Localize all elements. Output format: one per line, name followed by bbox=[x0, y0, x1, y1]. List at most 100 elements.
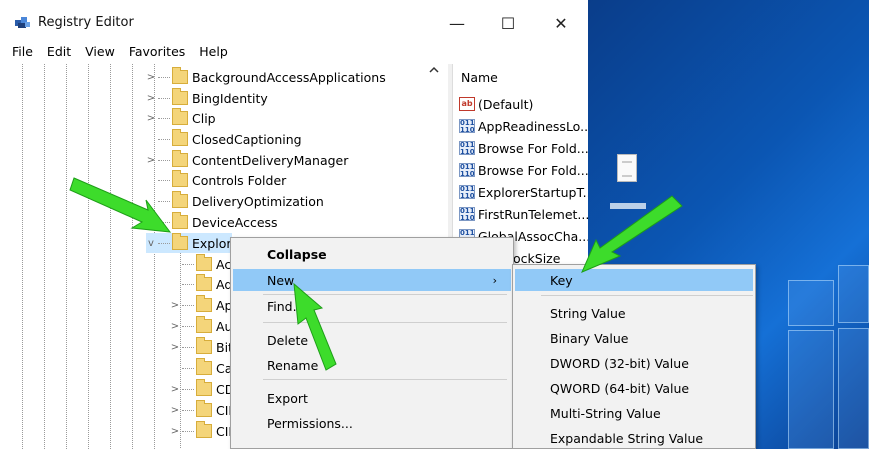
scroll-up-button[interactable] bbox=[426, 66, 442, 82]
tree-item-bingidentity[interactable]: > BingIdentity bbox=[146, 88, 268, 108]
tree-guide-line bbox=[22, 64, 23, 449]
folder-icon bbox=[172, 191, 188, 208]
tree-item-deviceaccess[interactable]: DeviceAccess bbox=[146, 212, 278, 232]
tree-item-clip[interactable]: > Clip bbox=[146, 108, 216, 128]
expand-chevron-icon[interactable]: > bbox=[146, 155, 156, 166]
context-menu-rename[interactable]: Rename bbox=[233, 354, 511, 376]
context-menu-export[interactable]: Export bbox=[233, 387, 511, 409]
maximize-button[interactable]: ☐ bbox=[485, 8, 531, 38]
string-value-icon: ab bbox=[459, 97, 475, 111]
tree-item-deliveryoptimization[interactable]: DeliveryOptimization bbox=[146, 191, 324, 211]
context-menu-delete[interactable]: Delete bbox=[233, 329, 511, 351]
tree-child-item[interactable]: Ca bbox=[170, 358, 232, 378]
tree-item-label: Clip bbox=[192, 110, 216, 126]
menu-view[interactable]: View bbox=[78, 42, 122, 64]
menu-separator bbox=[541, 295, 753, 296]
submenu-string-value[interactable]: String Value bbox=[515, 302, 753, 324]
tree-item-closedcaptioning[interactable]: ClosedCaptioning bbox=[146, 129, 302, 149]
collapse-chevron-icon[interactable]: v bbox=[146, 238, 156, 249]
folder-icon bbox=[172, 108, 188, 125]
tree-guide-line bbox=[110, 64, 111, 449]
value-row[interactable]: 011 110 ExplorerStartupT... bbox=[459, 182, 588, 202]
tree-child-item[interactable]: > Au bbox=[170, 316, 232, 336]
menu-help[interactable]: Help bbox=[192, 42, 235, 64]
folder-icon bbox=[172, 150, 188, 167]
value-row[interactable]: ab (Default) bbox=[459, 94, 533, 114]
menu-separator bbox=[263, 322, 507, 323]
column-header-name[interactable]: Name bbox=[461, 70, 498, 85]
folder-icon bbox=[172, 129, 188, 146]
folder-icon bbox=[172, 67, 188, 84]
value-row[interactable]: 011 110 Browse For Fold... bbox=[459, 160, 588, 180]
value-row[interactable]: 011 110 Browse For Fold... bbox=[459, 138, 588, 158]
context-menu-new[interactable]: New › bbox=[233, 269, 511, 291]
context-menu: Collapse New › Find... Delete Rename Expo… bbox=[230, 237, 514, 449]
chevron-up-icon bbox=[429, 66, 439, 73]
chevron-right-icon: › bbox=[492, 273, 497, 287]
menu-edit[interactable]: Edit bbox=[40, 42, 78, 64]
menu-favorites[interactable]: Favorites bbox=[122, 42, 192, 64]
tree-item-label: BingIdentity bbox=[192, 90, 268, 106]
tree-guide-line bbox=[66, 64, 67, 449]
menu-file[interactable]: File bbox=[0, 42, 40, 64]
tree-item-explorer[interactable]: v Explorer bbox=[146, 233, 244, 253]
tree-guide-line bbox=[88, 64, 89, 449]
context-menu-collapse[interactable]: Collapse bbox=[233, 243, 511, 265]
tree-guide-line bbox=[44, 64, 45, 449]
submenu-expandable-string-value[interactable]: Expandable String Value bbox=[515, 427, 753, 448]
windows-logo-pane bbox=[838, 328, 869, 449]
tree-item-label: DeliveryOptimization bbox=[192, 193, 324, 209]
expand-chevron-icon[interactable]: > bbox=[170, 321, 180, 332]
tree-child-item[interactable]: > Bit bbox=[170, 337, 233, 357]
expand-chevron-icon[interactable]: > bbox=[170, 426, 180, 437]
binary-value-icon: 011110 bbox=[459, 119, 475, 133]
folder-icon bbox=[196, 358, 212, 375]
folder-icon bbox=[172, 233, 188, 250]
close-icon: ✕ bbox=[554, 13, 568, 33]
expand-chevron-icon[interactable]: > bbox=[170, 342, 180, 353]
folder-icon bbox=[172, 88, 188, 105]
submenu-binary-value[interactable]: Binary Value bbox=[515, 327, 753, 349]
tree-item-controls-folder[interactable]: Controls Folder bbox=[146, 170, 286, 190]
folder-icon bbox=[196, 400, 212, 417]
folder-icon bbox=[196, 295, 212, 312]
expand-chevron-icon[interactable]: > bbox=[170, 300, 180, 311]
value-row[interactable]: 011 110 AppReadinessLo... bbox=[459, 116, 588, 136]
folder-icon bbox=[196, 379, 212, 396]
tree-item-backgroundaccessapplications[interactable]: > BackgroundAccessApplications bbox=[146, 67, 386, 87]
tree-item-label: BackgroundAccessApplications bbox=[192, 69, 386, 85]
expand-chevron-icon[interactable]: > bbox=[146, 72, 156, 83]
submenu-dword-value[interactable]: DWORD (32-bit) Value bbox=[515, 352, 753, 374]
submenu-key[interactable]: Key bbox=[515, 269, 753, 291]
desktop-file-icon[interactable] bbox=[617, 154, 637, 182]
context-menu-permissions[interactable]: Permissions... bbox=[233, 412, 511, 434]
tree-child-item[interactable]: > Ap bbox=[170, 295, 233, 315]
folder-icon bbox=[196, 337, 212, 354]
tree-item-label: ContentDeliveryManager bbox=[192, 152, 349, 168]
tree-child-item[interactable]: > CID bbox=[170, 421, 238, 441]
tree-child-item[interactable]: Ad bbox=[170, 274, 232, 294]
tree-child-item[interactable]: > CD bbox=[170, 379, 234, 399]
expand-chevron-icon[interactable]: > bbox=[146, 93, 156, 104]
registry-editor-icon bbox=[15, 17, 30, 28]
submenu-qword-value[interactable]: QWORD (64-bit) Value bbox=[515, 377, 753, 399]
binary-value-icon: 011110 bbox=[459, 185, 475, 199]
expand-chevron-icon[interactable]: > bbox=[146, 113, 156, 124]
binary-value-icon: 011110 bbox=[459, 141, 475, 155]
title-bar: Registry Editor — ☐ ✕ bbox=[0, 0, 588, 42]
submenu-multi-string-value[interactable]: Multi-String Value bbox=[515, 402, 753, 424]
desktop-icon-label bbox=[610, 203, 646, 209]
tree-child-item[interactable]: Ac bbox=[170, 254, 231, 274]
tree-child-item[interactable]: > CID bbox=[170, 400, 238, 420]
menu-separator bbox=[263, 379, 507, 380]
tree-item-contentdeliverymanager[interactable]: > ContentDeliveryManager bbox=[146, 150, 348, 170]
minimize-button[interactable]: — bbox=[434, 8, 480, 38]
expand-chevron-icon[interactable]: > bbox=[170, 384, 180, 395]
value-row[interactable]: 011 110 FirstRunTelemet... bbox=[459, 204, 588, 224]
expand-chevron-icon[interactable]: > bbox=[170, 405, 180, 416]
context-menu-find[interactable]: Find... bbox=[233, 295, 511, 317]
windows-logo-pane bbox=[838, 265, 869, 323]
close-button[interactable]: ✕ bbox=[538, 8, 584, 38]
windows-logo-pane bbox=[788, 280, 834, 326]
windows-logo-pane bbox=[788, 330, 834, 449]
